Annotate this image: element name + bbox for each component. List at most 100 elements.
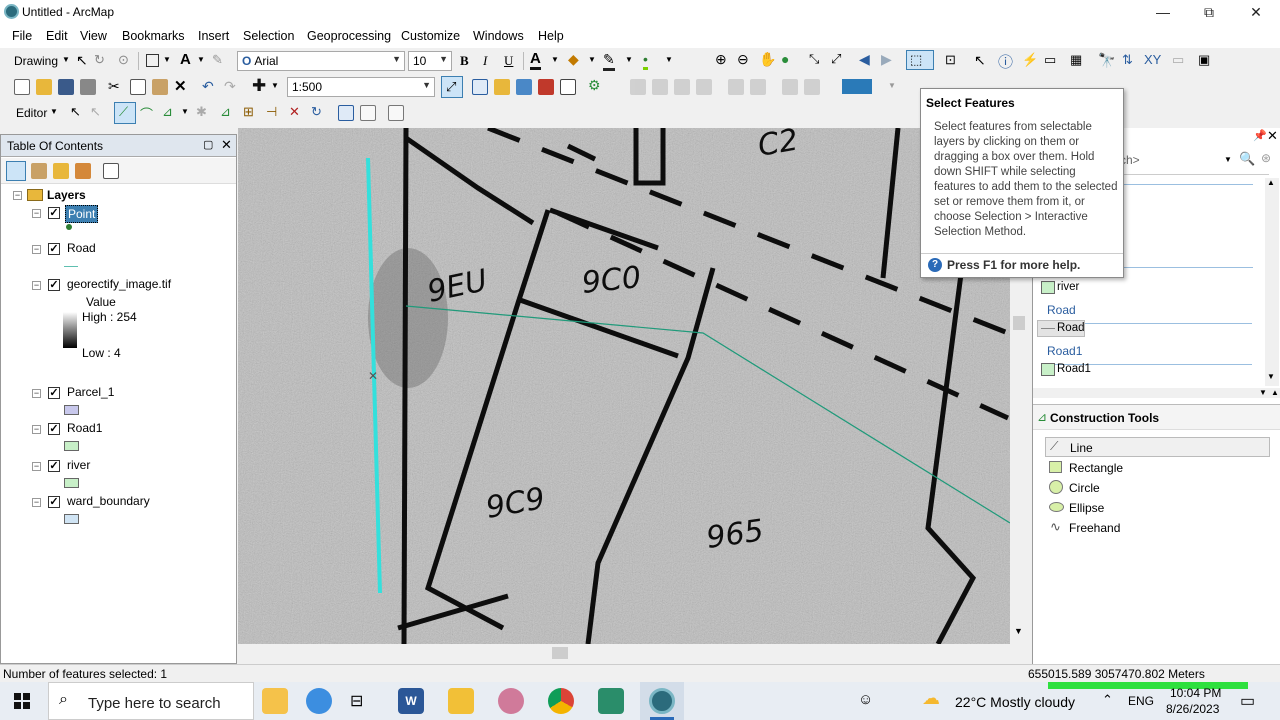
- options-icon[interactable]: [103, 163, 119, 179]
- georef-icon[interactable]: [696, 79, 712, 95]
- viewer-window-icon[interactable]: ▣: [1198, 52, 1210, 68]
- forward-extent-icon[interactable]: ▶: [881, 51, 892, 68]
- menu-customize[interactable]: Customize: [401, 29, 460, 43]
- text-dropdown-icon[interactable]: ▼: [197, 55, 205, 64]
- river-template-swatch[interactable]: [1041, 281, 1055, 294]
- road1-template-swatch[interactable]: [1041, 363, 1055, 376]
- copilot-icon[interactable]: [306, 688, 332, 714]
- map-horizontal-scrollbar[interactable]: [238, 644, 1028, 662]
- road1-visibility-checkbox[interactable]: ✓: [48, 423, 60, 435]
- identify-icon[interactable]: ⓘ: [998, 51, 1013, 72]
- splitter-up-icon[interactable]: ▲: [1271, 388, 1279, 397]
- open-folder-icon[interactable]: [36, 79, 52, 95]
- font-size-select[interactable]: 10 ▼: [408, 51, 452, 71]
- scroll-down-icon[interactable]: ▼: [1014, 626, 1023, 636]
- fill-color-icon[interactable]: ◆: [568, 51, 579, 68]
- arcmap-taskbar-active[interactable]: [640, 682, 684, 720]
- collapse-point-icon[interactable]: −: [32, 209, 41, 218]
- scroll-thumb[interactable]: [552, 647, 568, 659]
- filter-icon[interactable]: ⊛: [1261, 151, 1271, 165]
- map-canvas[interactable]: 9EU 9C0 9C9 965 C2 ✕: [238, 128, 1010, 644]
- delete-icon[interactable]: ✕: [174, 77, 187, 95]
- minimize-button[interactable]: —: [1140, 0, 1186, 24]
- list-by-selection-icon[interactable]: [75, 163, 91, 179]
- tool-freehand[interactable]: ∿ Freehand: [1045, 518, 1270, 538]
- arctoolbox-icon[interactable]: [538, 79, 554, 95]
- find-icon[interactable]: 🔭: [1098, 52, 1115, 69]
- menu-edit[interactable]: Edit: [46, 29, 68, 43]
- hyperlink-icon[interactable]: ⚡: [1022, 52, 1038, 68]
- add-data-icon[interactable]: ✚: [252, 76, 266, 96]
- copy-icon[interactable]: [130, 79, 146, 95]
- menu-help[interactable]: Help: [538, 29, 564, 43]
- raster-ramp-symbol[interactable]: [63, 312, 77, 348]
- full-extent-icon[interactable]: ●: [781, 51, 789, 67]
- pan-icon[interactable]: ✋: [759, 51, 776, 68]
- clock-time[interactable]: 10:04 PM: [1170, 686, 1221, 700]
- zoom-whole-page-icon[interactable]: ⊙: [118, 52, 129, 68]
- collapse-parcel-icon[interactable]: −: [32, 389, 41, 398]
- rectangle-dropdown-icon[interactable]: ▼: [163, 55, 171, 64]
- time-slider-icon[interactable]: ▭: [1172, 52, 1184, 68]
- ward-boundary-symbol[interactable]: [64, 514, 79, 524]
- georef-icon[interactable]: [804, 79, 820, 95]
- layer-ward-boundary[interactable]: ward_boundary: [67, 494, 150, 508]
- georef-icon[interactable]: [782, 79, 798, 95]
- splitter-down-icon[interactable]: ▼: [1259, 388, 1267, 397]
- list-by-visibility-icon[interactable]: [53, 163, 69, 179]
- paint-icon[interactable]: [498, 688, 524, 714]
- table-of-contents-icon[interactable]: [472, 79, 488, 95]
- font-name-select[interactable]: O Arial ▼: [237, 51, 405, 71]
- close-button[interactable]: ✕: [1233, 0, 1279, 24]
- cut-polygons-icon[interactable]: ⊣: [266, 104, 277, 120]
- layer-point[interactable]: Point: [65, 205, 99, 223]
- menu-bookmarks[interactable]: Bookmarks: [122, 29, 185, 43]
- point-symbol[interactable]: [66, 224, 72, 230]
- trace-icon[interactable]: ⊿: [162, 104, 173, 120]
- tool-circle[interactable]: Circle: [1045, 478, 1270, 498]
- template-list-scrollbar[interactable]: ▲ ▼: [1265, 178, 1279, 386]
- restore-button[interactable]: ⧉: [1186, 0, 1232, 24]
- drawing-dropdown-icon[interactable]: ▼: [62, 55, 70, 64]
- fill-dropdown-icon[interactable]: ▼: [588, 55, 596, 64]
- undo-icon[interactable]: ↶: [202, 78, 214, 95]
- parcel-symbol[interactable]: [64, 405, 79, 415]
- add-data-dropdown-icon[interactable]: ▼: [271, 81, 279, 90]
- underline-button[interactable]: U: [504, 53, 513, 69]
- tray-chevron-up-icon[interactable]: ⌃: [1102, 692, 1113, 708]
- rectangle-icon[interactable]: [146, 54, 159, 67]
- menu-windows[interactable]: Windows: [473, 29, 524, 43]
- template-river[interactable]: river: [1057, 281, 1079, 293]
- marker-color-icon[interactable]: •: [643, 51, 648, 70]
- italic-button[interactable]: I: [483, 53, 487, 69]
- back-extent-icon[interactable]: ◀: [859, 51, 870, 68]
- swatch-dropdown-icon[interactable]: ▼: [888, 81, 896, 90]
- chevron-down-icon[interactable]: ▼: [1224, 155, 1232, 164]
- collapse-raster-icon[interactable]: −: [32, 281, 41, 290]
- color-swatch-button[interactable]: [842, 79, 872, 94]
- road-visibility-checkbox[interactable]: ✓: [48, 243, 60, 255]
- point-icon[interactable]: ✱: [196, 104, 207, 120]
- close-icon[interactable]: ✕: [221, 137, 232, 153]
- clear-selection-icon[interactable]: ⊡: [945, 52, 956, 68]
- search-icon[interactable]: 🔍: [1239, 151, 1255, 167]
- menu-file[interactable]: File: [12, 29, 32, 43]
- collapse-ward-icon[interactable]: −: [32, 498, 41, 507]
- download-app-icon[interactable]: [598, 688, 624, 714]
- collapse-road1-icon[interactable]: −: [32, 425, 41, 434]
- select-features-button[interactable]: ⬚: [906, 50, 934, 70]
- clock-date[interactable]: 8/26/2023: [1166, 702, 1219, 716]
- scroll-down-icon[interactable]: ▼: [1267, 372, 1275, 381]
- close-icon[interactable]: ✕: [1267, 128, 1278, 144]
- georef-icon[interactable]: [630, 79, 646, 95]
- create-features-icon[interactable]: [388, 105, 404, 121]
- template-road1[interactable]: Road1: [1057, 363, 1091, 375]
- edit-vertices-icon[interactable]: ✎: [212, 52, 223, 68]
- notification-icon[interactable]: ▭: [1240, 691, 1255, 711]
- print-icon[interactable]: [80, 79, 96, 95]
- fixed-zoom-in-icon[interactable]: ⤡: [809, 51, 819, 67]
- list-by-drawing-order-button[interactable]: [6, 161, 26, 181]
- measure-icon[interactable]: ▦: [1070, 52, 1082, 68]
- cut-icon[interactable]: ✂: [108, 78, 120, 95]
- save-icon[interactable]: [58, 79, 74, 95]
